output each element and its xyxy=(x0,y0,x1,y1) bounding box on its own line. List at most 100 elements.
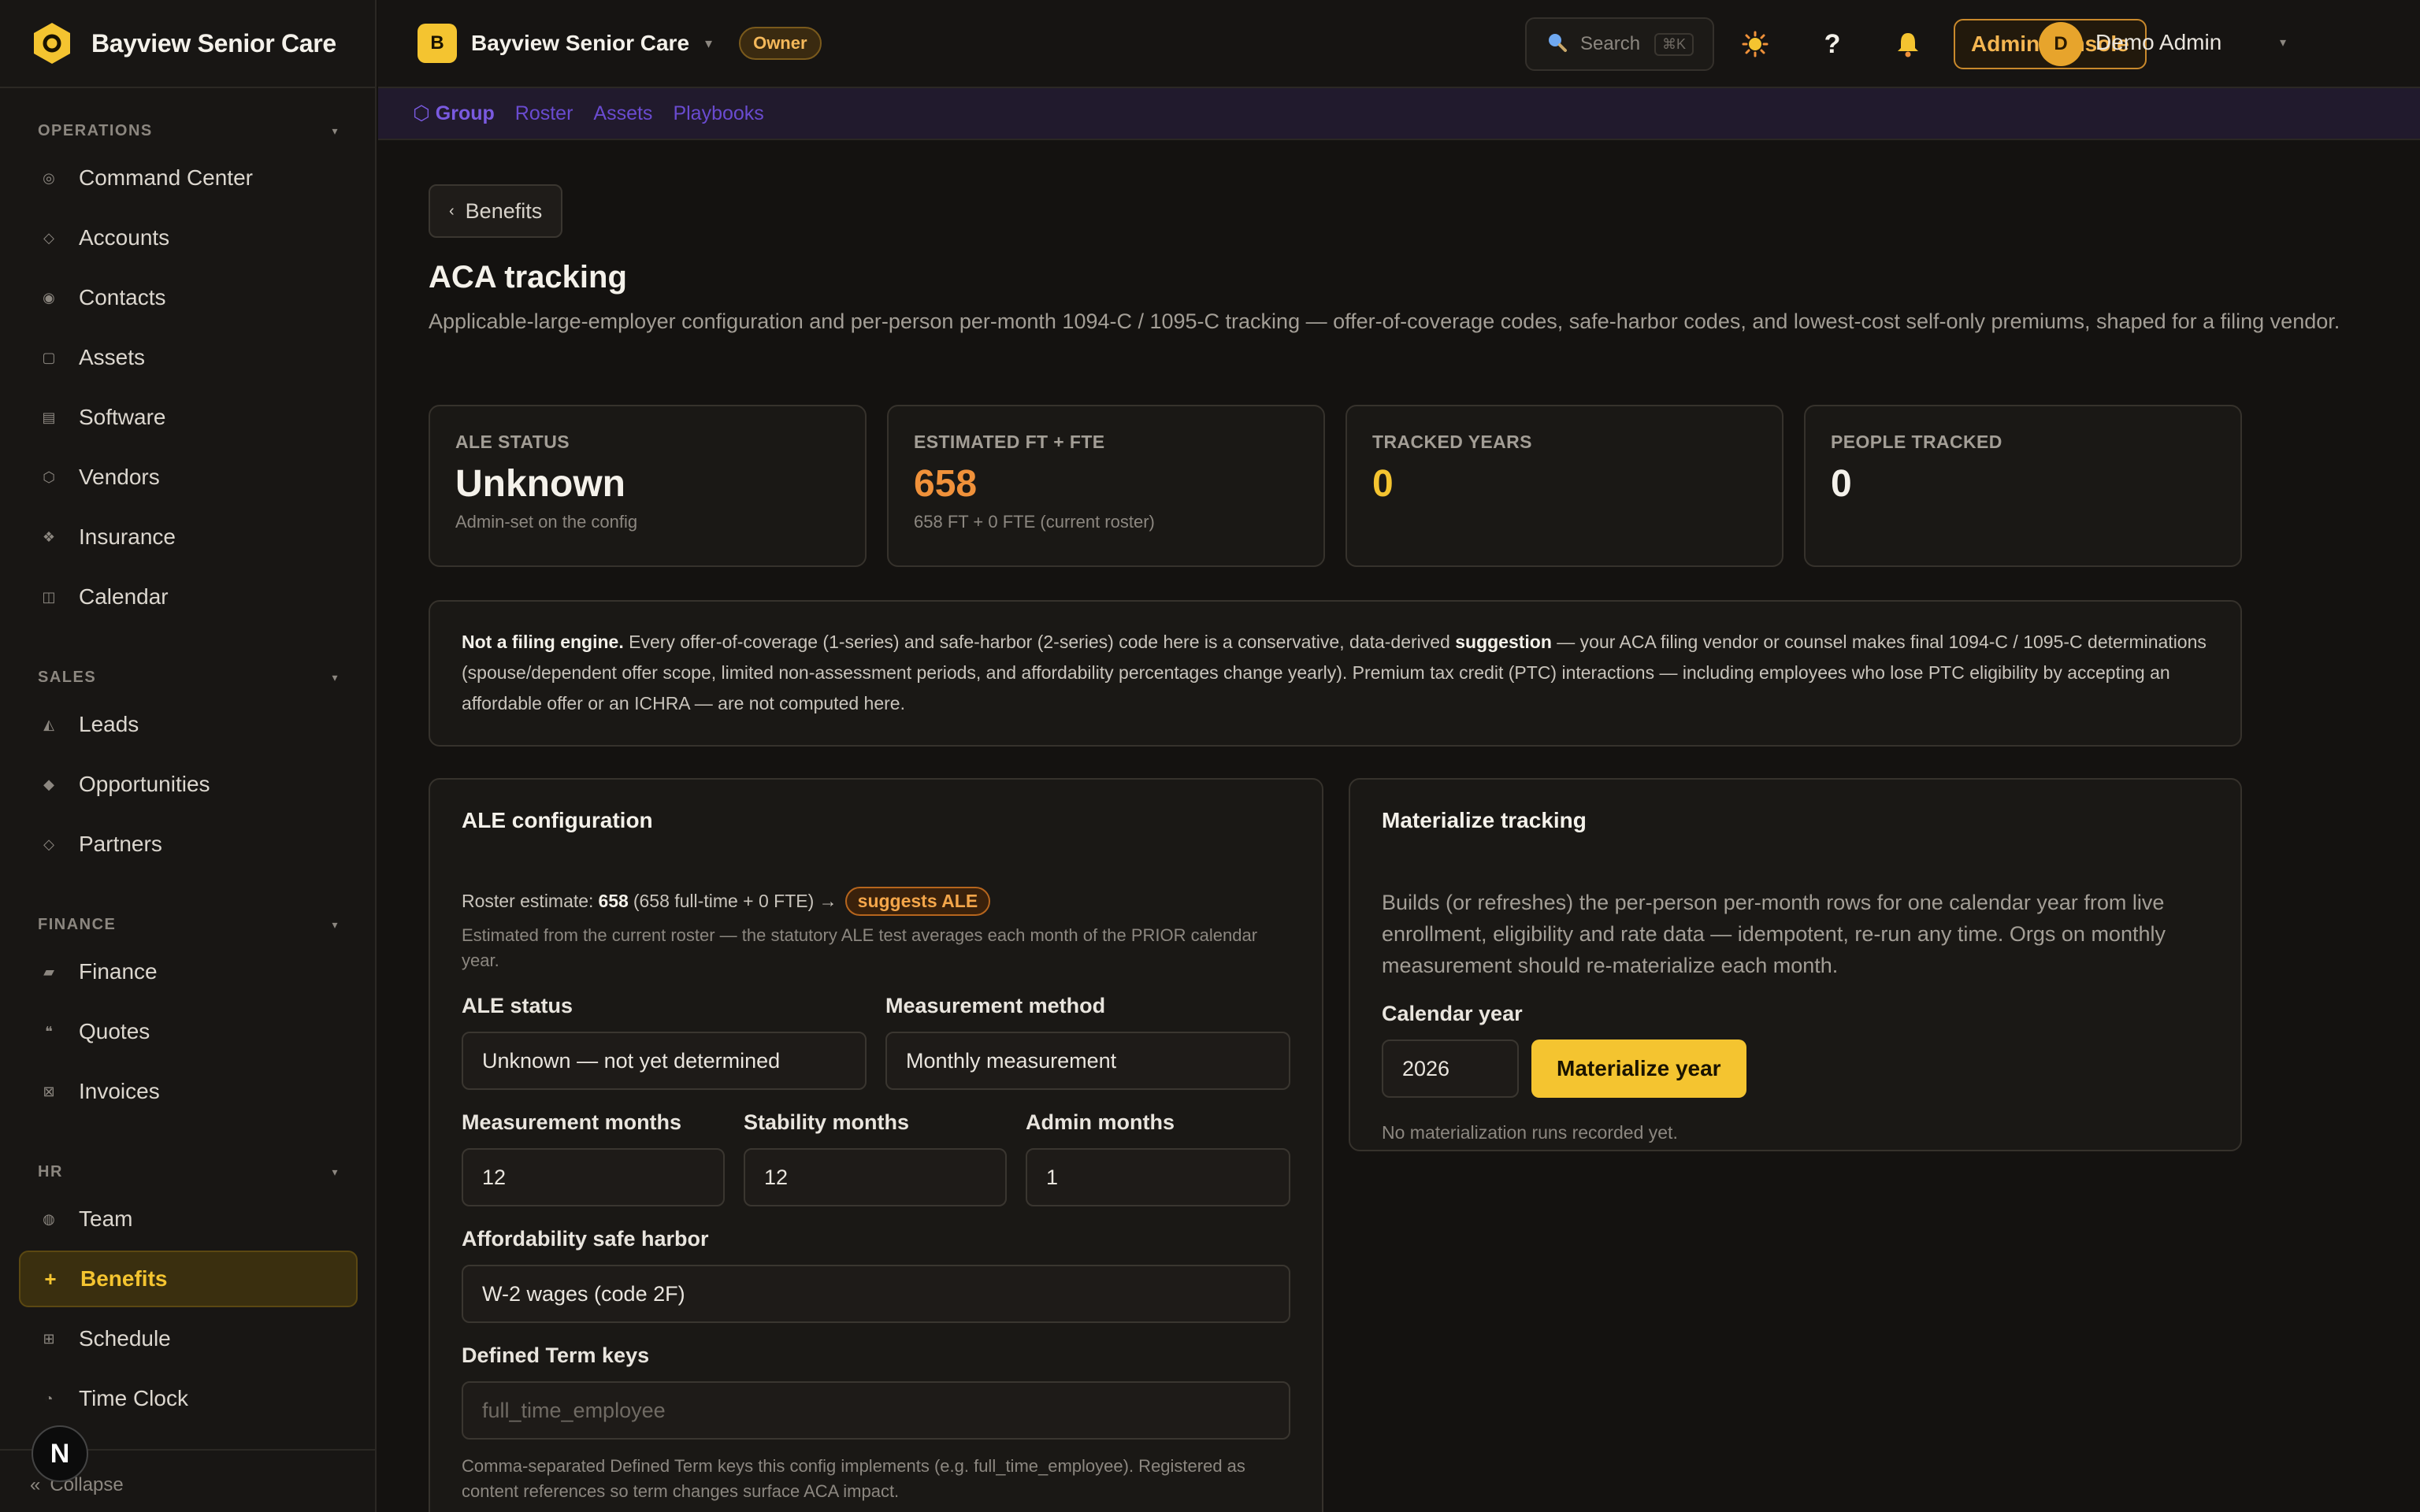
back-button-label: Benefits xyxy=(465,198,543,223)
tab-assets[interactable]: Assets xyxy=(593,102,652,125)
page-title: ACA tracking xyxy=(429,260,627,295)
roster-estimate: Roster estimate: 658 (658 full-time + 0 … xyxy=(462,887,991,916)
materialize-status: No materialization runs recorded yet. xyxy=(1382,1122,1678,1143)
back-to-benefits-button[interactable]: ‹ Benefits xyxy=(429,184,563,238)
target-icon: ◎ xyxy=(43,169,55,186)
org-switcher[interactable]: Bayview Senior Care xyxy=(471,31,689,56)
ale-configuration-panel: ALE configuration Roster estimate: 658 (… xyxy=(429,778,1323,1512)
sidebar-item-partners[interactable]: ◇ Partners xyxy=(19,816,358,873)
admin-months-input[interactable]: 1 xyxy=(1026,1148,1290,1206)
sidebar-item-vendors[interactable]: ⬡ Vendors xyxy=(19,449,358,506)
sidebar-item-software[interactable]: ▤ Software xyxy=(19,389,358,446)
materialize-description: Builds (or refreshes) the per-person per… xyxy=(1382,891,2166,977)
sidebar-item-team[interactable]: ◍ Team xyxy=(19,1191,358,1247)
sidebar-item-quotes[interactable]: ❝ Quotes xyxy=(19,1003,358,1060)
sidebar-item-label: Calendar xyxy=(79,584,169,609)
brand[interactable]: Bayview Senior Care xyxy=(0,0,375,88)
sidebar-item-invoices[interactable]: ⊠ Invoices xyxy=(19,1063,358,1120)
term-keys-hint: Comma-separated Defined Term keys this c… xyxy=(462,1456,1245,1501)
sidebar-item-label: Assets xyxy=(79,345,146,369)
notice-text: Every offer-of-coverage (1-series) and s… xyxy=(623,632,1456,652)
chevron-down-icon: ▾ xyxy=(332,670,339,684)
nav-section-sales: SALES ▾ ◭ Leads ◆ Opportunities ◇ Partners xyxy=(0,662,377,876)
dev-tools-badge[interactable]: N xyxy=(32,1425,88,1482)
measurement-months-label: Measurement months xyxy=(462,1110,682,1134)
sidebar-item-calendar[interactable]: ◫ Calendar xyxy=(19,569,358,625)
help-icon[interactable]: ? xyxy=(1817,28,1848,60)
materialize-year-button[interactable]: Materialize year xyxy=(1531,1040,1746,1098)
sidebar-item-label: Contacts xyxy=(79,285,166,309)
brand-name: Bayview Senior Care xyxy=(91,28,336,57)
topbar: B Bayview Senior Care ▾ Owner Search ⌘K … xyxy=(378,0,2420,88)
tab-roster[interactable]: Roster xyxy=(515,102,573,125)
sidebar-item-contacts[interactable]: ◉ Contacts xyxy=(19,269,358,326)
panel-title: Materialize tracking xyxy=(1382,808,1587,832)
sidebar-item-accounts[interactable]: ◇ Accounts xyxy=(19,209,358,266)
chevron-down-icon: ▾ xyxy=(332,917,339,931)
user-menu[interactable]: Demo Admin xyxy=(2095,30,2221,55)
search-button[interactable]: Search ⌘K xyxy=(1525,17,1714,71)
nav-section-header[interactable]: SALES ▾ xyxy=(0,662,377,693)
nav-section-title: HR xyxy=(38,1162,63,1180)
nav-section-hr: HR ▾ ◍ Team + Benefits ⊞ Schedule ◔ Time Clo… xyxy=(0,1156,377,1430)
brand-logo-icon xyxy=(30,21,74,65)
calendar-year-input[interactable]: 2026 xyxy=(1382,1040,1519,1098)
term-keys-input[interactable]: full_time_employee xyxy=(462,1381,1290,1440)
nav-section-header[interactable]: HR ▾ xyxy=(0,1156,377,1188)
chevron-down-icon[interactable]: ▾ xyxy=(705,35,712,52)
nav-section-header[interactable]: OPERATIONS ▾ xyxy=(0,115,377,146)
bell-icon[interactable] xyxy=(1892,28,1924,60)
roster-value: 658 xyxy=(598,891,629,911)
search-icon xyxy=(1546,31,1568,58)
avatar[interactable]: D xyxy=(2039,22,2083,66)
sidebar-item-label: Software xyxy=(79,405,166,429)
ale-status-select[interactable]: Unknown — not yet determined xyxy=(462,1032,867,1090)
sun-icon[interactable] xyxy=(1739,28,1771,60)
hexagon-icon: ⬡ xyxy=(43,469,55,485)
org-avatar[interactable]: B xyxy=(418,24,457,63)
stat-card-people-tracked: PEOPLE TRACKED 0 xyxy=(1804,405,2242,567)
calendar-icon: ◫ xyxy=(42,588,56,605)
status-badge: suggests ALE xyxy=(844,887,991,916)
sidebar-item-insurance[interactable]: ❖ Insurance xyxy=(19,509,358,565)
safe-harbor-select[interactable]: W-2 wages (code 2F) xyxy=(462,1265,1290,1323)
measurement-method-select[interactable]: Monthly measurement xyxy=(885,1032,1290,1090)
sidebar-item-assets[interactable]: ▢ Assets xyxy=(19,329,358,386)
sidebar-item-label: Benefits xyxy=(80,1266,168,1291)
sidebar-item-benefits[interactable]: + Benefits xyxy=(19,1251,358,1307)
tab-playbooks[interactable]: Playbooks xyxy=(673,102,763,125)
software-icon: ▤ xyxy=(42,409,56,425)
plus-icon: + xyxy=(44,1266,57,1291)
stat-value: 0 xyxy=(1372,463,1394,505)
sidebar-item-leads[interactable]: ◭ Leads xyxy=(19,696,358,753)
search-placeholder: Search xyxy=(1580,33,1641,54)
sidebar-item-finance[interactable]: ▰ Finance xyxy=(19,943,358,1000)
calendar-year-label: Calendar year xyxy=(1382,1002,1523,1025)
stat-card-tracked-years: TRACKED YEARS 0 xyxy=(1345,405,1783,567)
sidebar-item-time-clock[interactable]: ◔ Time Clock xyxy=(19,1370,358,1427)
sidebar-item-command-center[interactable]: ◎ Command Center xyxy=(19,150,358,206)
stability-months-label: Stability months xyxy=(744,1110,910,1134)
sidebar-item-label: Time Clock xyxy=(79,1386,188,1410)
sidebar-item-label: Accounts xyxy=(79,225,170,250)
tab-group[interactable]: ⬡ Group xyxy=(413,102,495,125)
chevron-down-icon[interactable]: ▾ xyxy=(2280,35,2286,50)
nav-section-header[interactable]: FINANCE ▾ xyxy=(0,909,377,940)
stability-months-input[interactable]: 12 xyxy=(744,1148,1007,1206)
search-shortcut: ⌘K xyxy=(1654,32,1694,56)
grid-icon: ⊞ xyxy=(43,1330,55,1347)
sidebar-item-label: Finance xyxy=(79,959,158,984)
stat-value: Unknown xyxy=(455,463,625,505)
quote-icon: ❝ xyxy=(45,1023,53,1040)
double-chevron-left-icon: « xyxy=(30,1474,41,1495)
measurement-method-label: Measurement method xyxy=(885,994,1106,1017)
leads-icon: ◭ xyxy=(43,716,54,732)
measurement-months-input[interactable]: 12 xyxy=(462,1148,725,1206)
stat-label: ALE STATUS xyxy=(455,432,570,452)
roster-hint: Estimated from the current roster — the … xyxy=(462,925,1258,970)
sidebar-item-opportunities[interactable]: ◆ Opportunities xyxy=(19,756,358,813)
roster-prefix: Roster estimate: xyxy=(462,891,594,911)
sidebar-item-schedule[interactable]: ⊞ Schedule xyxy=(19,1310,358,1367)
page-description: Applicable-large-employer configuration … xyxy=(429,309,2340,333)
disclaimer-notice: Not a filing engine. Every offer-of-cove… xyxy=(429,600,2242,747)
